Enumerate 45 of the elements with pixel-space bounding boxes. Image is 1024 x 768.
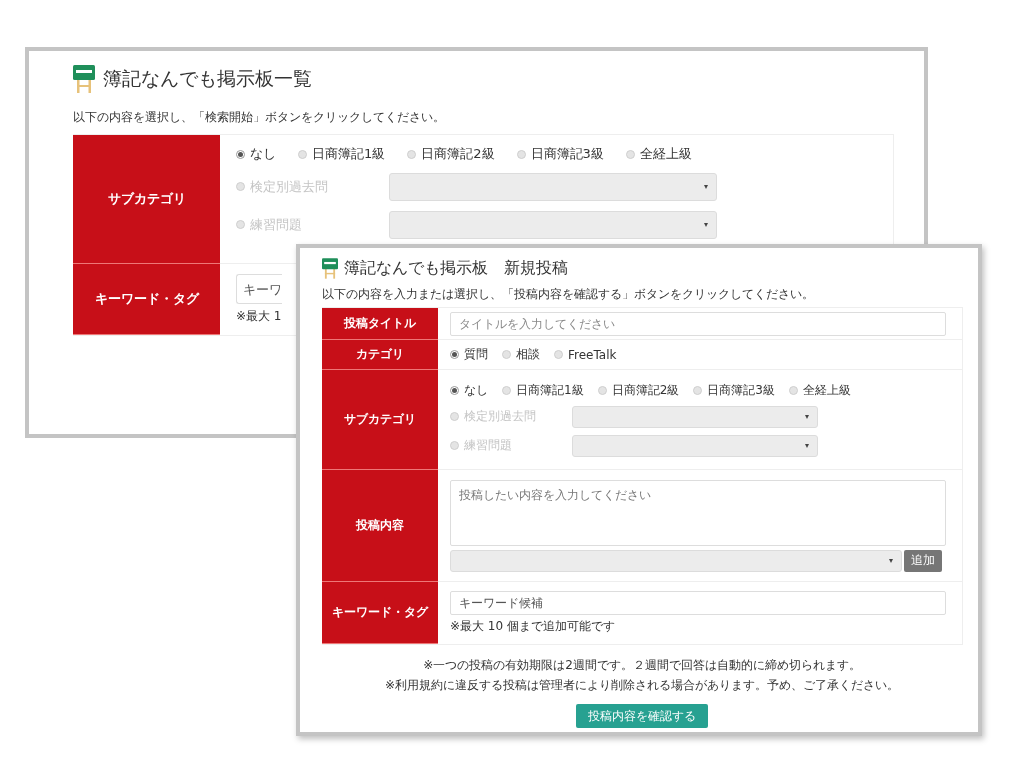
- row-label: 投稿タイトル: [322, 308, 438, 340]
- radio-option[interactable]: なし: [450, 382, 488, 399]
- caret-icon: [704, 184, 708, 189]
- radio-option[interactable]: 全経上級: [788, 382, 851, 399]
- row-label: 投稿内容: [322, 470, 438, 582]
- hint-text: ※最大 1: [236, 308, 282, 325]
- page-title: 簿記なんでも掲示板一覧: [103, 66, 312, 91]
- select-field[interactable]: [389, 210, 717, 239]
- hint-text: ※最大 10 個まで追加可能です: [450, 618, 615, 635]
- signboard-icon: [73, 65, 95, 93]
- radio-option[interactable]: FreeTalk: [554, 347, 617, 362]
- row-label: サブカテゴリ: [322, 370, 438, 470]
- radio-option[interactable]: 日商簿記3級: [693, 382, 775, 399]
- radio-option[interactable]: 相談: [502, 346, 540, 363]
- title-field[interactable]: タイトルを入力してください: [450, 311, 946, 336]
- caret-icon: [805, 414, 809, 419]
- select-field[interactable]: [450, 549, 902, 572]
- caret-icon: [805, 443, 809, 448]
- note-text: ※利用規約に違反する投稿は管理者により削除される場合があります。予め、ご了承ください。: [384, 677, 900, 694]
- radio-option[interactable]: 日商簿記2級: [597, 382, 680, 399]
- instruction-text: 以下の内容を入力または選択し、「投稿内容を確認する」ボタンをクリックしてください。: [322, 286, 814, 303]
- signboard-icon: [322, 257, 338, 279]
- keyword-field[interactable]: キーワード候補: [450, 591, 946, 615]
- radio-option[interactable]: 日商簿記1級: [298, 145, 386, 163]
- select-field[interactable]: [572, 405, 818, 428]
- content-field[interactable]: 投稿したい内容を入力してください: [450, 479, 946, 546]
- row-label: カテゴリ: [322, 340, 438, 370]
- radio-option[interactable]: 日商簿記2級: [407, 145, 495, 163]
- caret-icon: [889, 558, 893, 563]
- select-field[interactable]: [572, 434, 818, 457]
- caret-icon: [704, 222, 708, 227]
- add-button[interactable]: 追加: [904, 549, 942, 572]
- page-title: 簿記なんでも掲示板 新規投稿: [344, 257, 568, 279]
- row-label: キーワード・タグ: [73, 264, 220, 335]
- radio-option[interactable]: 日商簿記1級: [502, 382, 584, 399]
- instruction-text: 以下の内容を選択し、「検索開始」ボタンをクリックしてください。: [73, 109, 446, 126]
- select-field[interactable]: [389, 172, 717, 201]
- keyword-field[interactable]: キーワ: [236, 274, 282, 304]
- radio-option[interactable]: 質問: [450, 346, 488, 363]
- note-text: ※一つの投稿の有効期限は2週間です。２週間で回答は自動的に締め切られます。: [423, 657, 861, 674]
- row-label: キーワード・タグ: [322, 582, 438, 644]
- radio-option[interactable]: なし: [236, 145, 276, 163]
- radio-option[interactable]: 全経上級: [625, 145, 692, 163]
- radio-option[interactable]: 日商簿記3級: [516, 145, 604, 163]
- row-label: サブカテゴリ: [73, 135, 220, 264]
